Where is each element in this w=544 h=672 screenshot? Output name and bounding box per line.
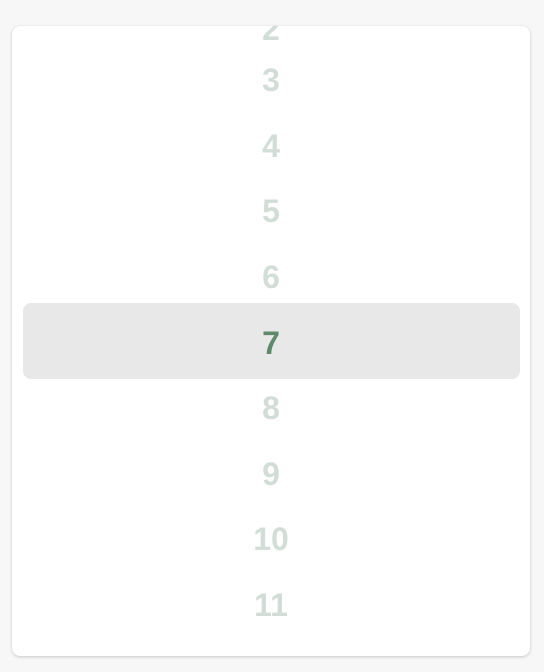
picker-item-11[interactable]: 11 (12, 572, 530, 638)
picker-item-4[interactable]: 4 (12, 113, 530, 179)
number-picker-wheel[interactable]: 2 3 4 5 6 7 8 9 10 11 (12, 26, 530, 656)
picker-item-8[interactable]: 8 (12, 375, 530, 441)
picker-item-10[interactable]: 10 (12, 506, 530, 572)
picker-item-7-selected[interactable]: 7 (12, 310, 530, 376)
number-picker-card: 2 3 4 5 6 7 8 9 10 11 (12, 26, 530, 656)
picker-item-3[interactable]: 3 (12, 47, 530, 113)
picker-item-6[interactable]: 6 (12, 244, 530, 310)
picker-item-9[interactable]: 9 (12, 441, 530, 507)
picker-item-5[interactable]: 5 (12, 178, 530, 244)
